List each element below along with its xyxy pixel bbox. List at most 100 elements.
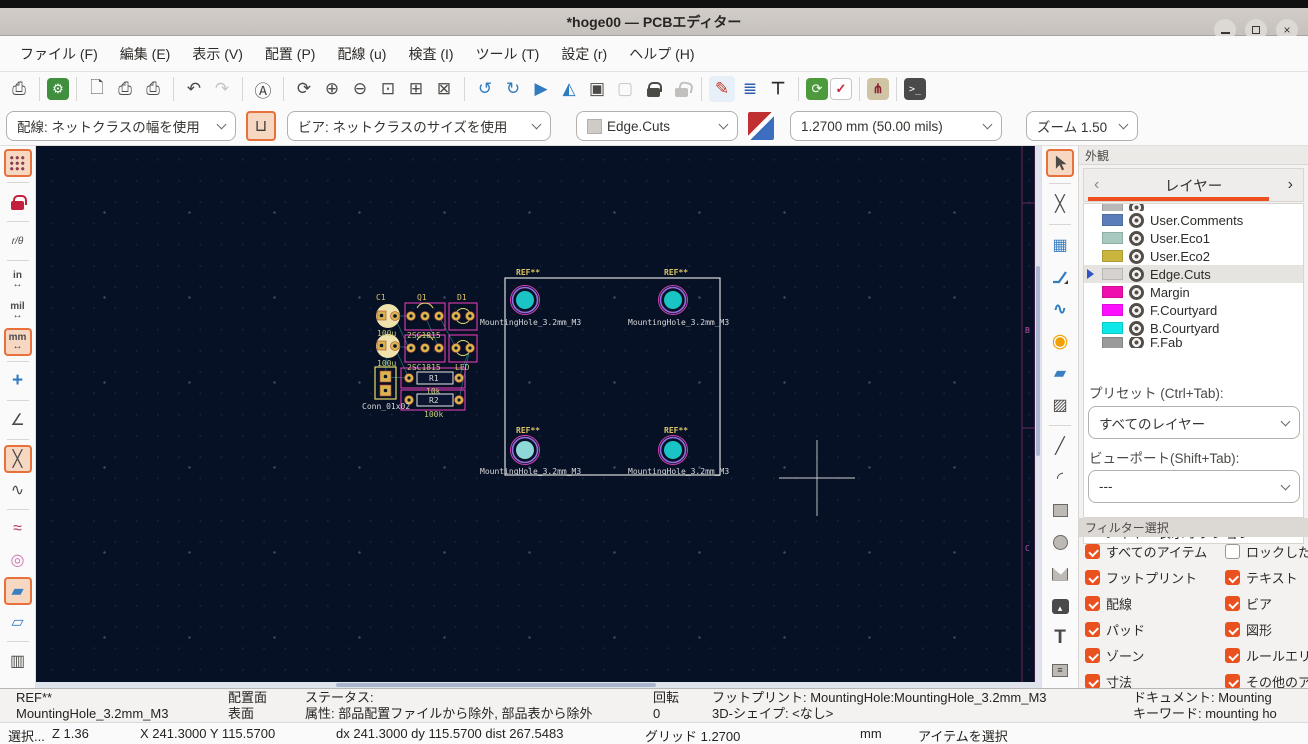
filter-graphics[interactable]: 図形: [1225, 620, 1308, 639]
unlock-icon[interactable]: [668, 76, 694, 102]
item-lock-icon[interactable]: [4, 188, 32, 216]
schematic-editor-icon[interactable]: ⋔: [867, 78, 889, 100]
checkbox[interactable]: [1085, 622, 1100, 637]
rotate-cw-icon[interactable]: ↻: [500, 76, 526, 102]
units-inch-icon[interactable]: in ↔: [4, 266, 32, 294]
add-image-icon[interactable]: ▴: [1046, 592, 1074, 620]
select-tool-icon[interactable]: [1046, 149, 1074, 177]
show-ratsnest-icon[interactable]: ╳: [3, 445, 32, 473]
layer-color-swatch[interactable]: [1102, 250, 1123, 262]
mirror-icon[interactable]: ◭: [556, 76, 582, 102]
page-settings-icon[interactable]: 🗋: [84, 76, 110, 102]
footprint-wizard-icon[interactable]: ⊤: [765, 76, 791, 102]
menu-inspect[interactable]: 検査 (I): [398, 39, 463, 69]
undo-icon[interactable]: ↶: [181, 76, 207, 102]
track-width-select[interactable]: 配線: ネットクラスの幅を使用: [6, 111, 236, 141]
layer-row[interactable]: Margin: [1084, 283, 1303, 301]
refresh-icon[interactable]: ⟳: [291, 76, 317, 102]
layer-color-swatch[interactable]: [1102, 268, 1123, 280]
layer-row[interactable]: B.Courtyard: [1084, 319, 1303, 337]
library-browser-icon[interactable]: ≣: [737, 76, 763, 102]
group-icon[interactable]: ▣: [584, 76, 610, 102]
track-sketch-mode-icon[interactable]: ≈: [4, 515, 32, 543]
rotate-ccw-icon[interactable]: ↺: [472, 76, 498, 102]
add-polygon-icon[interactable]: [1046, 560, 1074, 588]
add-circle-icon[interactable]: [1046, 528, 1074, 556]
add-filled-zone-icon[interactable]: ▰: [1046, 359, 1074, 387]
filter-tracks[interactable]: 配線: [1085, 594, 1225, 613]
menu-file[interactable]: ファイル (F): [10, 39, 108, 69]
zone-fill-mode-icon[interactable]: ▰: [3, 577, 32, 605]
visibility-eye-icon[interactable]: [1129, 230, 1144, 246]
add-line-icon[interactable]: ╱: [1046, 432, 1074, 460]
visibility-eye-icon[interactable]: [1129, 204, 1144, 211]
menu-view[interactable]: 表示 (V): [182, 39, 253, 69]
add-textbox-icon[interactable]: ≡: [1046, 656, 1074, 684]
polar-coords-icon[interactable]: r/θ: [4, 227, 32, 255]
drc-icon[interactable]: ✓: [830, 78, 852, 100]
board-setup-icon[interactable]: ⚙: [47, 78, 69, 100]
pcb-canvas[interactable]: REF** REF** MountingHole_3.2mm_M3 Mounti…: [36, 146, 1041, 688]
layer-select[interactable]: Edge.Cuts: [576, 111, 738, 141]
layer-color-swatch[interactable]: [1102, 232, 1123, 244]
menu-preferences[interactable]: 設定 (r): [551, 39, 617, 69]
zoom-out-icon[interactable]: ⊖: [347, 76, 373, 102]
checkbox[interactable]: [1085, 544, 1100, 559]
curved-ratsnest-icon[interactable]: ∿: [4, 476, 32, 504]
layer-color-swatch[interactable]: [1102, 204, 1123, 211]
layer-row[interactable]: User.Comments: [1084, 211, 1303, 229]
zoom-selection-icon[interactable]: ⊠: [431, 76, 457, 102]
edit-footprint-icon[interactable]: ✎: [709, 76, 735, 102]
add-rule-area-icon[interactable]: ▨: [1046, 391, 1074, 419]
visibility-eye-icon[interactable]: [1129, 248, 1144, 264]
units-mm-icon[interactable]: mm ↔: [3, 328, 32, 356]
menu-tools[interactable]: ツール (T): [466, 39, 550, 69]
visibility-eye-icon[interactable]: [1129, 337, 1144, 348]
highlight-net-icon[interactable]: ╳: [1046, 190, 1074, 218]
visibility-eye-icon[interactable]: [1129, 266, 1144, 282]
titlebar[interactable]: *hoge00 — PCBエディター ×: [0, 8, 1308, 41]
layer-color-swatch[interactable]: [1102, 286, 1123, 298]
layer-row[interactable]: User.Eco2: [1084, 247, 1303, 265]
checkbox[interactable]: [1225, 674, 1240, 688]
layer-row[interactable]: F.Courtyard: [1084, 301, 1303, 319]
add-text-icon[interactable]: T: [1046, 624, 1074, 652]
lock-icon[interactable]: [640, 76, 666, 102]
add-via-icon[interactable]: ◉: [1046, 327, 1074, 355]
add-arc-icon[interactable]: ◜: [1046, 464, 1074, 492]
layer-color-swatch[interactable]: [1102, 214, 1123, 226]
update-pcb-from-schematic-icon[interactable]: ⟳: [806, 78, 828, 100]
zoom-in-icon[interactable]: ⊕: [319, 76, 345, 102]
layer-row-clipped[interactable]: F.Fab: [1084, 337, 1303, 348]
via-sketch-mode-icon[interactable]: ◎: [4, 546, 32, 574]
plot-icon[interactable]: ⎙: [140, 76, 166, 102]
find-icon[interactable]: Ⓐ: [250, 76, 276, 102]
layer-pair-indicator-icon[interactable]: [748, 112, 774, 140]
zoom-select[interactable]: ズーム 1.50: [1026, 111, 1138, 141]
tab-next-icon[interactable]: ›: [1278, 176, 1303, 194]
visibility-eye-icon[interactable]: [1129, 302, 1144, 318]
viewport-select[interactable]: ---: [1088, 470, 1300, 503]
via-size-select[interactable]: ビア: ネットクラスのサイズを使用: [287, 111, 551, 141]
checkbox[interactable]: [1085, 596, 1100, 611]
menu-help[interactable]: ヘルプ (H): [619, 39, 704, 69]
filter-other-items[interactable]: その他のアイテム: [1225, 672, 1308, 688]
route-tracks-icon[interactable]: [1046, 263, 1074, 291]
visibility-eye-icon[interactable]: [1129, 320, 1144, 336]
auto-track-width-toggle[interactable]: ⊔: [246, 111, 276, 141]
filter-vias[interactable]: ビア: [1225, 594, 1308, 613]
checkbox[interactable]: [1085, 674, 1100, 688]
full-crosshair-cursor-icon[interactable]: +: [4, 367, 32, 395]
filter-footprints[interactable]: フットプリント: [1085, 568, 1225, 587]
checkbox[interactable]: [1085, 648, 1100, 663]
checkbox[interactable]: [1225, 622, 1240, 637]
checkbox[interactable]: [1085, 570, 1100, 585]
checkbox[interactable]: [1225, 570, 1240, 585]
layer-color-swatch[interactable]: [1102, 337, 1123, 348]
visibility-eye-icon[interactable]: [1129, 212, 1144, 228]
zoom-fit-objects-icon[interactable]: ⊞: [403, 76, 429, 102]
tab-layers[interactable]: レイヤー: [1109, 175, 1277, 196]
track-size-select[interactable]: 1.2700 mm (50.00 mils): [790, 111, 1002, 141]
filter-text[interactable]: テキスト: [1225, 568, 1308, 587]
menu-place[interactable]: 配置 (P): [255, 39, 326, 69]
